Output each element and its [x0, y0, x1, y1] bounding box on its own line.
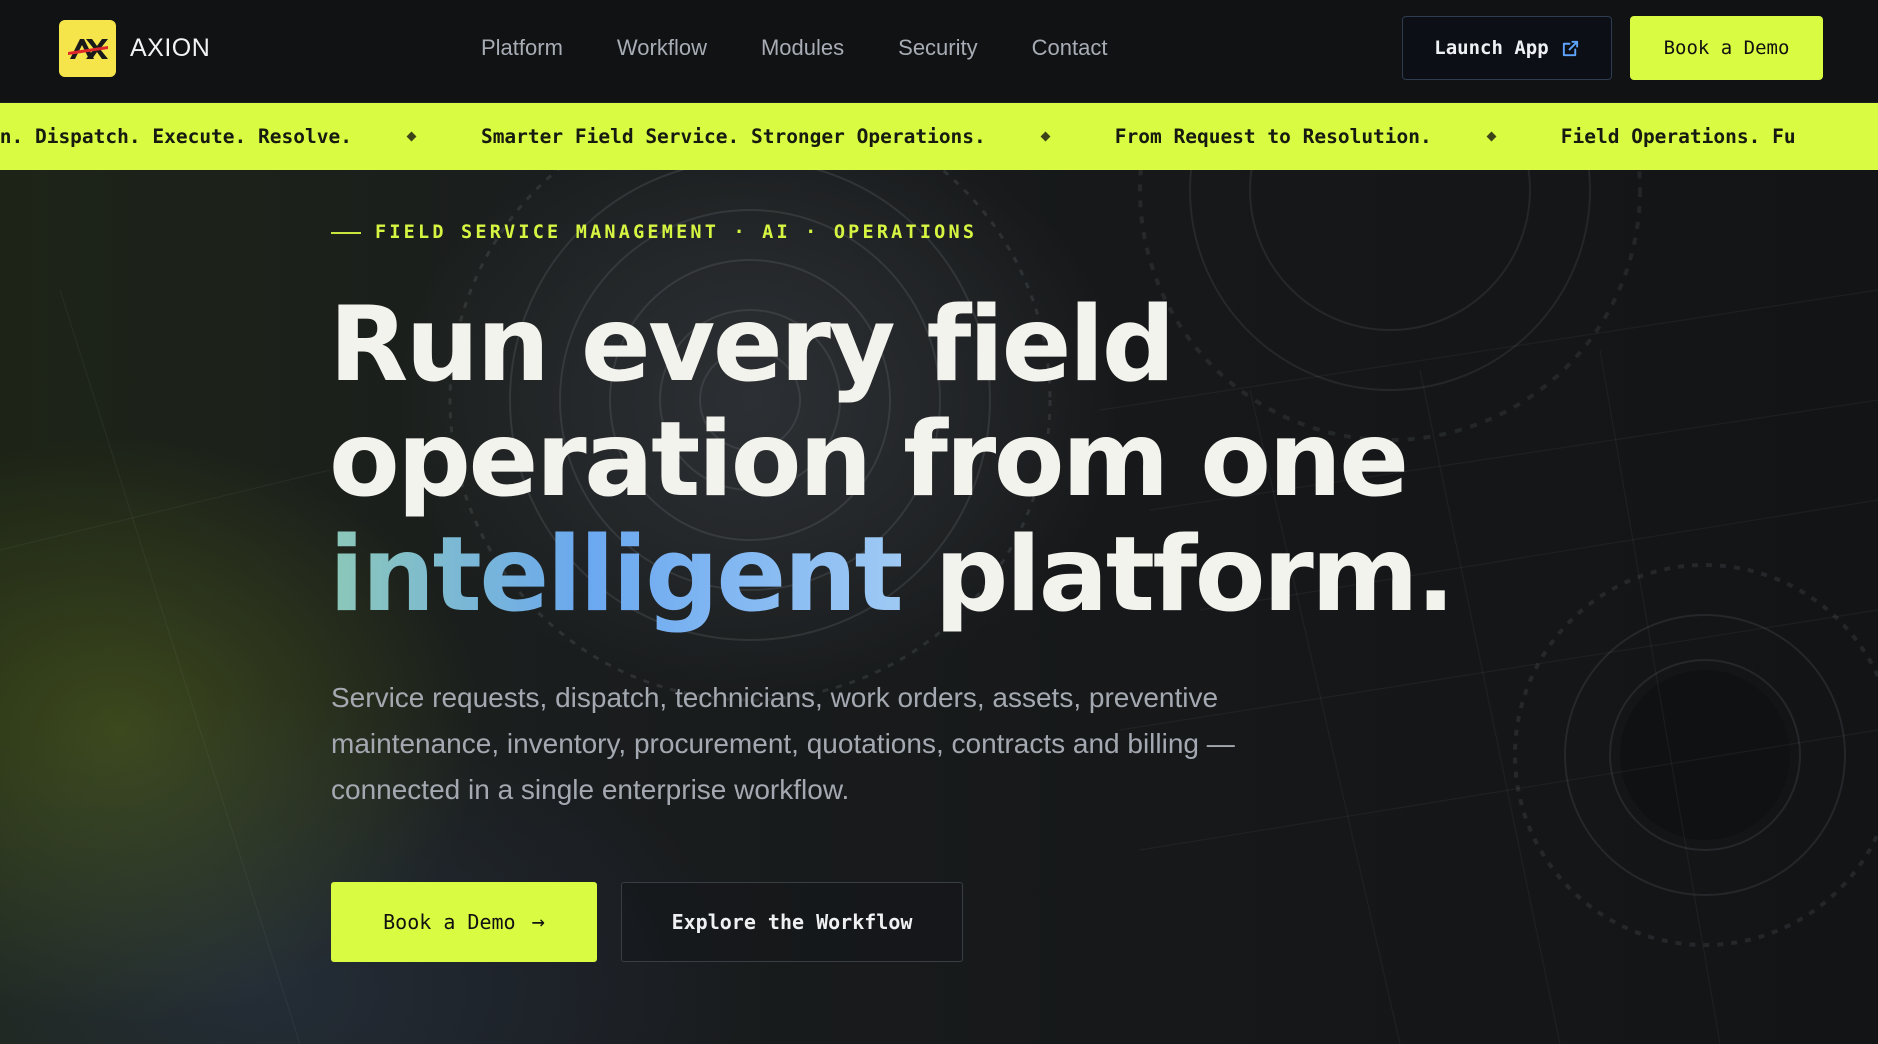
external-link-icon: [1562, 40, 1578, 56]
ticker-item: From Request to Resolution.: [1114, 125, 1432, 148]
brand-logo[interactable]: AXION: [59, 20, 210, 77]
eyebrow-text: FIELD SERVICE MANAGEMENT · AI · OPERATIO…: [375, 222, 978, 243]
top-navbar: AXION Platform Workflow Modules Security…: [0, 0, 1878, 103]
book-demo-nav-button[interactable]: Book a Demo: [1630, 16, 1823, 80]
ticker-item: Field Operations. Fu: [1560, 125, 1796, 148]
arrow-right-icon: →: [531, 909, 545, 935]
ticker-track: an. Dispatch. Execute. Resolve. Smarter …: [0, 103, 1796, 170]
hero-headline: Run every field operation from one intel…: [329, 288, 1529, 633]
nav-link-security[interactable]: Security: [898, 35, 977, 61]
nav-link-platform[interactable]: Platform: [481, 35, 563, 61]
book-demo-hero-button[interactable]: Book a Demo →: [331, 882, 597, 962]
launch-app-button[interactable]: Launch App: [1402, 16, 1612, 80]
diamond-icon: [406, 131, 417, 142]
explore-workflow-button[interactable]: Explore the Workflow: [621, 882, 963, 962]
diamond-icon: [1486, 131, 1497, 142]
diamond-icon: [1040, 131, 1051, 142]
hero-eyebrow: FIELD SERVICE MANAGEMENT · AI · OPERATIO…: [331, 222, 977, 243]
hero-section: FIELD SERVICE MANAGEMENT · AI · OPERATIO…: [0, 170, 1878, 1044]
eyebrow-dash: [331, 231, 361, 234]
nav-link-contact[interactable]: Contact: [1032, 35, 1108, 61]
marquee-ticker: an. Dispatch. Execute. Resolve. Smarter …: [0, 103, 1878, 170]
headline-line-3: intelligent platform.: [329, 518, 1529, 633]
ticker-item: an. Dispatch. Execute. Resolve.: [0, 125, 352, 148]
launch-app-label: Launch App: [1434, 37, 1549, 59]
headline-line-1: Run every field: [329, 285, 1176, 405]
main-nav: Platform Workflow Modules Security Conta…: [481, 0, 1161, 96]
nav-link-modules[interactable]: Modules: [761, 35, 844, 61]
explore-workflow-label: Explore the Workflow: [671, 910, 913, 934]
brand-name: AXION: [130, 34, 211, 62]
ticker-item: Smarter Field Service. Stronger Operatio…: [480, 125, 986, 148]
hero-subtitle: Service requests, dispatch, technicians,…: [331, 682, 1235, 805]
headline-line-3-rest: platform.: [901, 515, 1456, 635]
book-demo-nav-label: Book a Demo: [1663, 37, 1790, 59]
logo-mark-icon: [59, 20, 116, 77]
headline-highlight: intelligent: [329, 515, 904, 635]
book-demo-hero-label: Book a Demo: [383, 910, 516, 934]
nav-link-workflow[interactable]: Workflow: [617, 35, 707, 61]
headline-line-2: operation from one: [329, 400, 1409, 520]
